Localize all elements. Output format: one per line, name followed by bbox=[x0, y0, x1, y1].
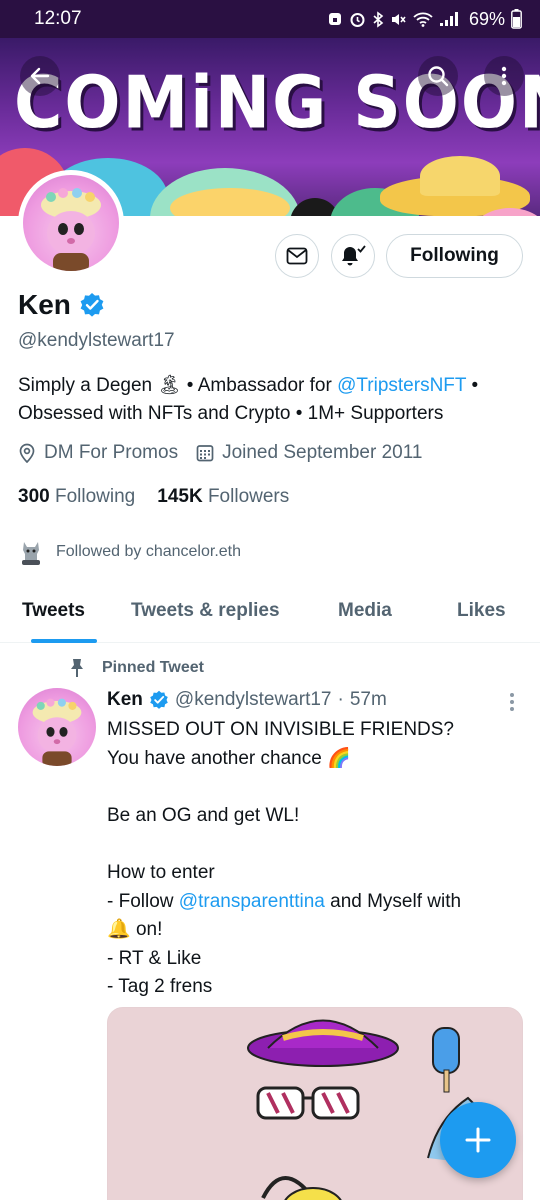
notifications-button[interactable] bbox=[331, 234, 375, 278]
plus-icon bbox=[465, 1127, 491, 1153]
tab-tweets-replies[interactable]: Tweets & replies bbox=[131, 600, 280, 622]
bell-check-icon bbox=[342, 245, 366, 266]
profile-name-row: Ken bbox=[18, 289, 105, 321]
profile-bio: Simply a Degen 🏝 • Ambassador for @Trips… bbox=[18, 372, 528, 428]
following-button[interactable]: Following bbox=[386, 234, 523, 278]
bluetooth-icon bbox=[373, 10, 384, 28]
pin-icon bbox=[71, 659, 83, 677]
banner-hat-shape bbox=[420, 156, 500, 196]
profile-handle: @kendylstewart17 bbox=[18, 330, 175, 351]
bell-emoji: 🔔 bbox=[107, 919, 131, 941]
tweet-line: You have another chance 🌈 bbox=[107, 745, 527, 774]
followed-by[interactable]: Followed by chancelor.eth bbox=[18, 538, 241, 566]
bio-text: • Ambassador for bbox=[181, 375, 338, 396]
status-time: 12:07 bbox=[34, 8, 82, 29]
followed-by-text: Followed by chancelor.eth bbox=[56, 543, 241, 560]
avatar-image bbox=[23, 175, 119, 271]
tweet-text: MISSED OUT ON INVISIBLE FRIENDS? You hav… bbox=[107, 716, 527, 1002]
pinned-label: Pinned Tweet bbox=[70, 658, 204, 678]
pinned-text: Pinned Tweet bbox=[102, 659, 204, 676]
more-dot bbox=[510, 700, 514, 704]
tab-likes[interactable]: Likes bbox=[457, 600, 506, 622]
avatar-character-icon bbox=[41, 188, 101, 271]
tweet-author-handle[interactable]: @kendylstewart17 bbox=[175, 689, 332, 711]
bio-text: Simply a Degen bbox=[18, 375, 158, 396]
search-icon bbox=[428, 66, 449, 87]
location-pin-icon bbox=[19, 443, 35, 463]
tweet-line-text: - Follow bbox=[107, 890, 179, 912]
calendar-icon bbox=[196, 445, 214, 462]
tweet-line: - Tag 2 frens bbox=[107, 976, 213, 998]
profile-avatar[interactable] bbox=[18, 170, 124, 276]
more-options-button[interactable] bbox=[484, 56, 524, 96]
search-button[interactable] bbox=[418, 56, 458, 96]
profile-joined: Joined September 2011 bbox=[196, 442, 422, 464]
profile-location: DM For Promos bbox=[18, 442, 178, 464]
tweet-separator: · bbox=[337, 689, 344, 710]
lock-icon bbox=[328, 13, 341, 25]
tweet-line: - Follow @transparenttina and Myself wit… bbox=[107, 888, 527, 917]
message-button[interactable] bbox=[275, 234, 319, 278]
verified-badge-icon bbox=[80, 293, 104, 317]
status-bar: 12:07 69% bbox=[0, 0, 540, 38]
profile-name: Ken bbox=[18, 289, 71, 320]
tab-media[interactable]: Media bbox=[338, 600, 392, 622]
tweet-line: - RT & Like bbox=[107, 947, 202, 969]
tweet-line: MISSED OUT ON INVISIBLE FRIENDS? bbox=[107, 719, 455, 740]
tweet-line-text: and Myself with bbox=[324, 890, 462, 912]
alarm-icon bbox=[350, 12, 365, 27]
active-tab-indicator bbox=[31, 639, 97, 643]
more-dot bbox=[510, 693, 514, 697]
joined-text: Joined September 2011 bbox=[222, 442, 423, 463]
island-emoji: 🏝 bbox=[157, 375, 182, 396]
profile-tabs: Tweets Tweets & replies Media Likes bbox=[0, 580, 540, 643]
more-vertical-icon bbox=[501, 66, 507, 86]
tweet-line: How to enter bbox=[107, 861, 215, 883]
wifi-icon bbox=[413, 12, 433, 27]
bio-text-line2: Obsessed with NFTs and Crypto • 1M+ Supp… bbox=[18, 403, 444, 424]
tweet-line: Be an OG and get WL! bbox=[107, 804, 300, 826]
tweet-author-name[interactable]: Ken bbox=[107, 689, 143, 711]
following-label: Following bbox=[54, 486, 136, 507]
follower-avatar-icon bbox=[22, 542, 40, 565]
arrow-left-icon bbox=[30, 67, 50, 85]
location-text: DM For Promos bbox=[44, 442, 179, 463]
system-icons: 69% bbox=[327, 9, 522, 30]
tweet-more-button[interactable] bbox=[505, 690, 519, 714]
tab-tweets[interactable]: Tweets bbox=[22, 600, 85, 622]
rainbow-emoji: 🌈 bbox=[327, 747, 351, 769]
tweet-time: 57m bbox=[349, 689, 387, 710]
followers-stat[interactable]: 145K Followers bbox=[157, 486, 289, 508]
tweet-line-text: on! bbox=[130, 919, 163, 941]
tweet-header: Ken @kendylstewart17 · 57m bbox=[107, 689, 387, 711]
envelope-icon bbox=[286, 247, 308, 265]
signal-icon bbox=[439, 12, 458, 26]
tweet-mention-link[interactable]: @transparenttina bbox=[179, 891, 325, 912]
tweet-line-text: You have another chance bbox=[107, 747, 328, 769]
battery-percent: 69% bbox=[468, 8, 505, 29]
tweet-author-avatar[interactable] bbox=[18, 688, 96, 766]
bio-mention-link[interactable]: @TripstersNFT bbox=[337, 375, 466, 396]
tweet-line: 🔔 on! bbox=[107, 916, 527, 945]
following-stat[interactable]: 300 Following bbox=[18, 486, 135, 508]
battery-icon bbox=[511, 9, 522, 29]
profile-meta: DM For Promos Joined September 2011 bbox=[18, 442, 430, 464]
following-count: 300 bbox=[18, 486, 50, 507]
verified-badge-icon bbox=[150, 690, 168, 709]
followers-label: Followers bbox=[207, 486, 290, 507]
followers-count: 145K bbox=[157, 486, 203, 507]
compose-tweet-button[interactable] bbox=[440, 1102, 516, 1178]
profile-stats: 300 Following 145K Followers bbox=[18, 486, 289, 508]
mute-icon bbox=[391, 13, 406, 25]
bio-text: • bbox=[466, 375, 479, 396]
more-dot bbox=[510, 707, 514, 711]
back-button[interactable] bbox=[20, 56, 60, 96]
avatar-character-icon bbox=[32, 698, 82, 766]
